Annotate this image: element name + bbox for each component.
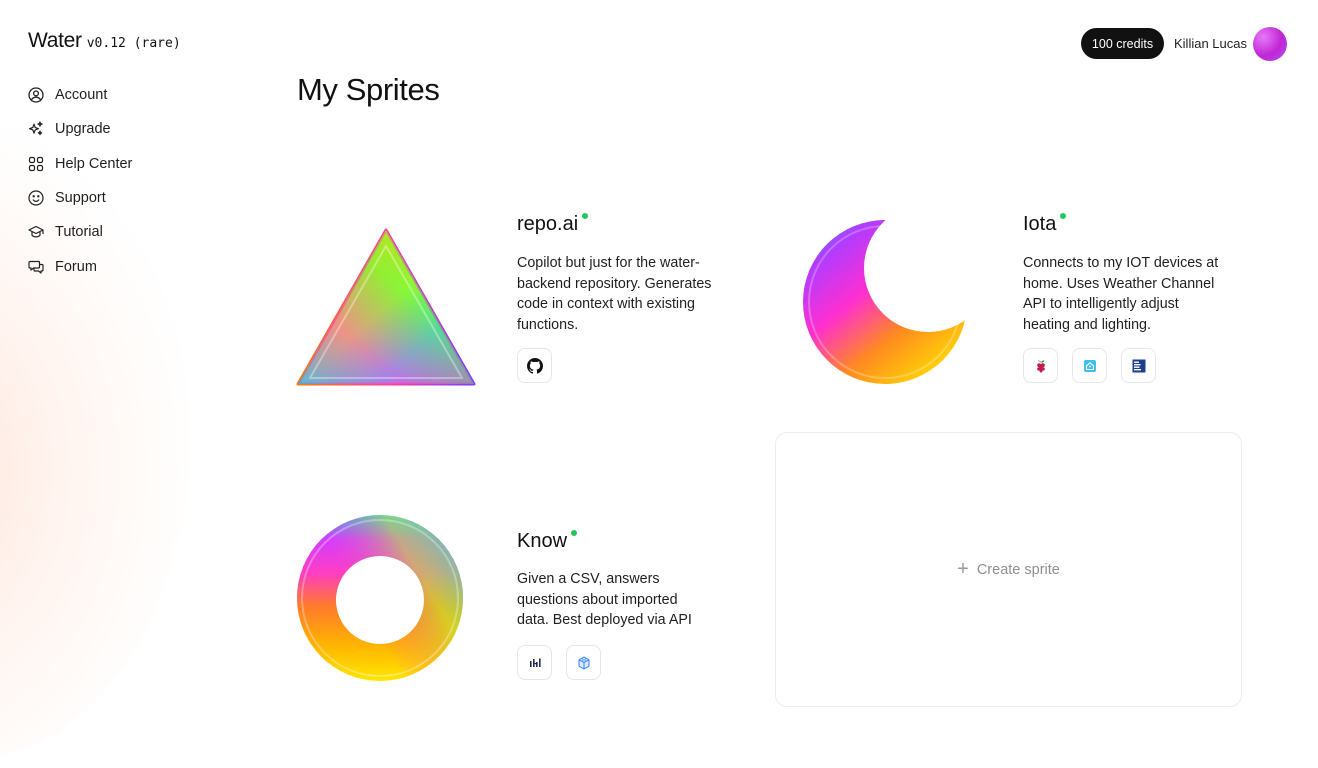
sprite-description: Given a CSV, answers questions about imp… (517, 571, 692, 628)
dashboard-icon (527, 655, 543, 671)
status-indicator (571, 530, 578, 536)
sparkles-icon (28, 121, 44, 137)
app-version: v0.12 (rare) (86, 36, 181, 51)
sprite-name: repo.ai (517, 213, 579, 235)
integration-weather-channel[interactable] (1121, 348, 1156, 383)
page-title: My Sprites (297, 72, 440, 107)
integrations-list (517, 645, 601, 680)
sidebar-item-upgrade[interactable]: Upgrade (28, 112, 132, 146)
integration-cube[interactable] (566, 645, 601, 680)
sidebar-item-help-center[interactable]: Help Center (28, 147, 132, 181)
chat-bubbles-icon (28, 259, 44, 275)
user-name[interactable]: Killian Lucas (1174, 36, 1247, 51)
integration-home-assistant[interactable] (1072, 348, 1107, 383)
page: Water v0.12 (rare) Account Upgrade Help … (0, 0, 1318, 768)
sidebar-item-support[interactable]: Support (28, 181, 132, 215)
cube-icon (576, 655, 592, 671)
plus-icon: + (957, 557, 969, 580)
integrations-list (1023, 348, 1156, 383)
app-name: Water (28, 29, 82, 52)
sidebar-item-label: Upgrade (55, 121, 111, 138)
sidebar-item-tutorial[interactable]: Tutorial (28, 215, 132, 249)
ring-sprite-image (296, 515, 464, 681)
sidebar-item-label: Account (55, 87, 108, 104)
smiley-icon (28, 190, 44, 206)
weather-channel-icon (1131, 358, 1147, 374)
crescent-moon-sprite-image (803, 220, 967, 384)
account-circle-icon (28, 87, 44, 103)
sidebar-item-label: Tutorial (55, 224, 103, 241)
sprite-name: Iota (1023, 213, 1057, 235)
grid-icon (28, 156, 44, 172)
sprite-description: Copilot but just for the water-backend r… (517, 255, 712, 333)
create-sprite-button[interactable]: + Create sprite (775, 432, 1242, 707)
credits-badge[interactable]: 100 credits (1081, 28, 1164, 59)
sprite-description: Connects to my IOT devices at home. Uses… (1023, 255, 1219, 333)
integration-github[interactable] (517, 348, 552, 383)
graduation-cap-icon (28, 224, 44, 240)
triangle-sprite-image (296, 228, 476, 386)
sidebar-nav: Account Upgrade Help Center Support Tuto… (28, 78, 132, 284)
integration-dashboard[interactable] (517, 645, 552, 680)
integration-raspberry-pi[interactable] (1023, 348, 1058, 383)
integrations-list (517, 348, 552, 383)
sprite-name: Know (517, 530, 568, 552)
sidebar-item-label: Help Center (55, 155, 133, 172)
status-indicator (1060, 213, 1067, 219)
create-sprite-label: Create sprite (976, 561, 1060, 578)
raspberry-pi-icon (1033, 358, 1049, 374)
github-icon (526, 357, 543, 374)
status-indicator (582, 213, 589, 219)
avatar[interactable] (1253, 27, 1287, 61)
brand[interactable]: Water v0.12 (rare) (28, 29, 181, 53)
sidebar-item-label: Support (55, 190, 106, 207)
sidebar-item-account[interactable]: Account (28, 78, 132, 112)
sidebar-item-label: Forum (55, 258, 97, 275)
home-assistant-icon (1082, 358, 1098, 374)
sidebar-item-forum[interactable]: Forum (28, 249, 132, 283)
